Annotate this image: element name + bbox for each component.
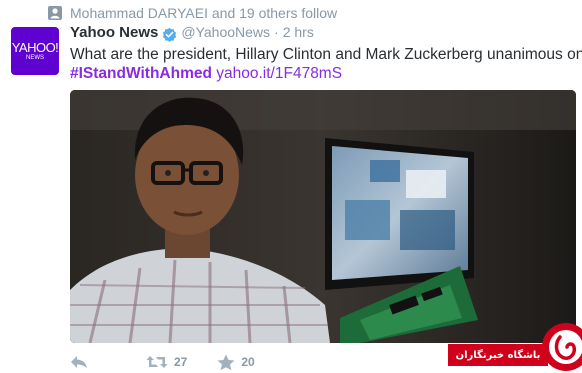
watermark: باشگاه خبرنگاران bbox=[440, 318, 582, 373]
hashtag-link[interactable]: #IStandWithAhmed bbox=[70, 65, 212, 82]
watermark-emblem-icon bbox=[542, 323, 582, 371]
author-handle[interactable]: @YahooNews bbox=[181, 24, 270, 40]
reply-icon bbox=[71, 356, 87, 368]
avatar[interactable]: YAHOO! NEWS bbox=[11, 27, 59, 75]
avatar-logo-subtext: NEWS bbox=[26, 54, 44, 61]
social-context-text[interactable]: Mohammad DARYAEI and 19 others follow bbox=[70, 5, 337, 21]
author-name[interactable]: Yahoo News bbox=[70, 24, 158, 41]
star-icon bbox=[217, 354, 235, 370]
header-separator: · bbox=[274, 24, 279, 40]
verified-badge-icon bbox=[163, 27, 177, 42]
retweet-count: 27 bbox=[174, 355, 188, 369]
retweet-icon bbox=[146, 356, 168, 368]
avatar-logo-text: YAHOO! bbox=[11, 39, 59, 55]
person-icon bbox=[48, 6, 62, 20]
url-link[interactable]: yahoo.it/1F478mS bbox=[216, 65, 342, 82]
favorite-count: 20 bbox=[241, 355, 255, 369]
photo-illustration bbox=[70, 90, 576, 343]
tweet-header: Yahoo News @YahooNews · 2 hrs bbox=[70, 24, 314, 44]
tweet-actions: 27 20 bbox=[70, 352, 255, 372]
tweet-photo[interactable] bbox=[70, 90, 576, 343]
tweet-text: What are the president, Hillary Clinton … bbox=[70, 45, 582, 83]
retweet-button[interactable]: 27 bbox=[146, 355, 187, 369]
tweet-body: What are the president, Hillary Clinton … bbox=[70, 46, 582, 63]
social-context: Mohammad DARYAEI and 19 others follow bbox=[48, 4, 337, 22]
favorite-button[interactable]: 20 bbox=[217, 354, 255, 371]
watermark-text: باشگاه خبرنگاران bbox=[448, 344, 548, 366]
reply-button[interactable] bbox=[70, 355, 88, 369]
tweet-timestamp[interactable]: 2 hrs bbox=[283, 24, 314, 40]
